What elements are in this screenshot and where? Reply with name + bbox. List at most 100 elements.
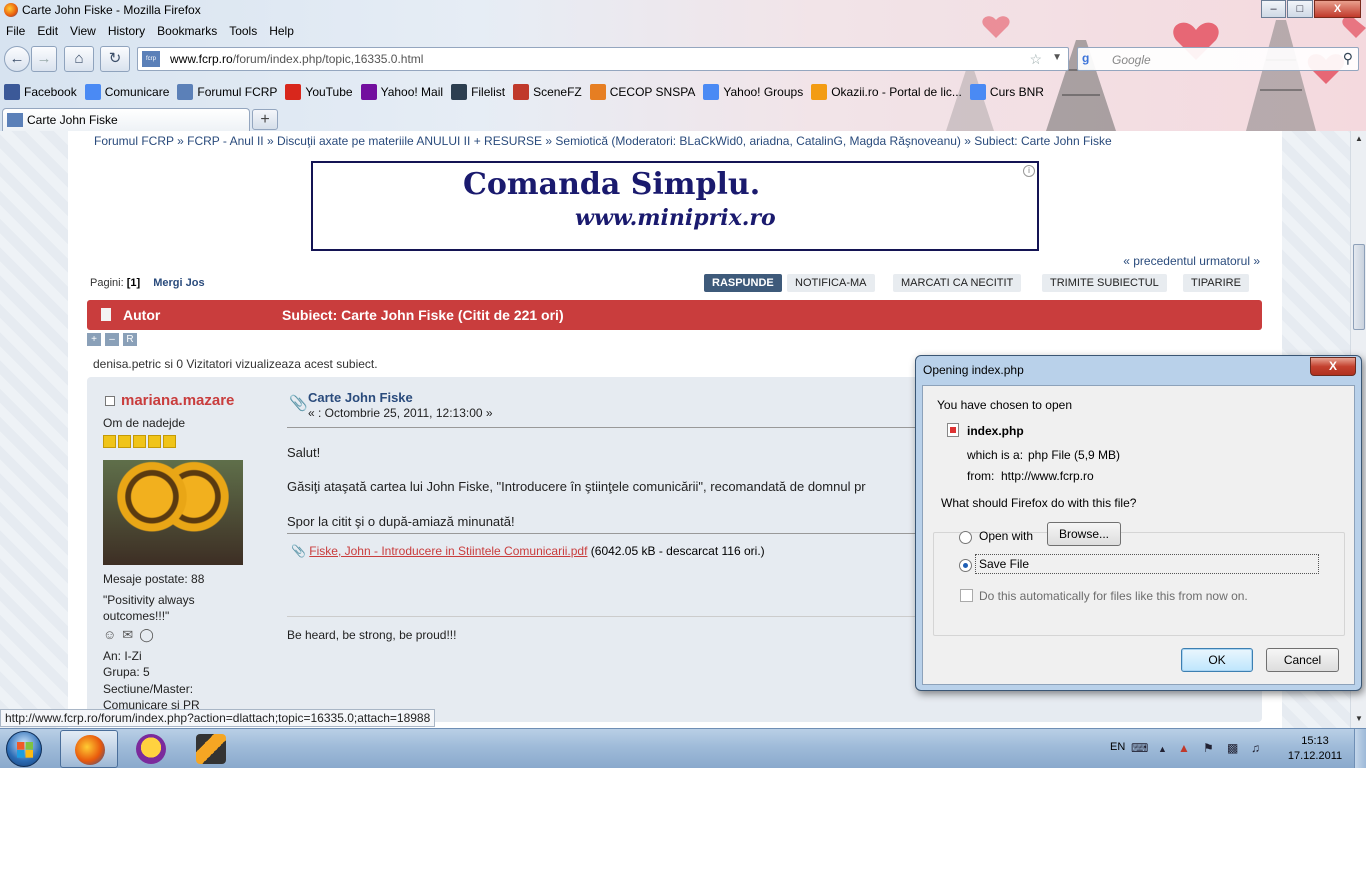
home-button[interactable]: ⌂ [64,46,94,72]
window-titlebar[interactable]: Carte John Fiske - Mozilla Firefox – □ X [0,0,1366,20]
reply-button[interactable]: RASPUNDE [704,274,782,292]
profile-icon[interactable]: ☺ [103,627,116,643]
menu-file[interactable]: File [0,22,31,42]
menu-bookmarks[interactable]: Bookmarks [151,22,223,42]
bookmark-label: YouTube [305,85,353,99]
breadcrumb[interactable]: Forumul FCRP » FCRP - Anul II » Discuţii… [94,134,1112,148]
current-page[interactable]: [1] [127,277,140,289]
taskbar-yahoo-messenger[interactable] [122,730,180,768]
browse-button[interactable]: Browse... [1047,522,1121,546]
bookmark-item[interactable]: Comunicare [84,82,169,102]
show-hidden-icons-icon[interactable]: ▲ [1158,744,1167,754]
chosen-to-open-label: You have chosen to open [937,398,1073,412]
bookmark-item[interactable]: CECOP SNSPA [589,82,695,102]
file-name: index.php [967,424,1024,438]
firefox-logo-icon [4,3,18,17]
menu-edit[interactable]: Edit [31,22,64,42]
okazii-icon [811,84,828,100]
tray-app-icon[interactable]: ▲ [1178,741,1190,755]
mark-unread-button[interactable]: MARCATI CA NECITIT [893,274,1022,292]
scenefz-icon [513,84,530,100]
menu-history[interactable]: History [102,22,151,42]
minimize-button[interactable]: – [1261,0,1286,18]
cancel-button[interactable]: Cancel [1266,648,1339,672]
scroll-thumb[interactable] [1353,244,1365,330]
bookmark-label: Okazii.ro - Portal de lic... [831,85,962,99]
ok-button[interactable]: OK [1181,648,1253,672]
personal-message-icon[interactable]: ◯ [139,627,154,643]
language-indicator[interactable]: EN [1110,741,1125,753]
network-signal-icon[interactable]: ▩ [1227,741,1238,755]
bookmark-item[interactable]: Yahoo! Mail [360,82,443,102]
file-type-value: php File (5,9 MB) [1028,448,1121,462]
post-title[interactable]: Carte John Fiske [308,390,413,405]
forward-button[interactable]: → [31,46,57,72]
scroll-down-icon[interactable]: ▼ [1353,713,1365,725]
bookmark-label: Filelist [471,85,506,99]
tab-carte-john-fiske[interactable]: Carte John Fiske [2,108,250,131]
bookmark-item[interactable]: SceneFZ [513,82,582,102]
open-with-radio[interactable] [959,531,972,544]
poster-post-count: Mesaje postate: 88 [103,572,205,586]
post-closing: Spor la citit şi o după-amiază minunată! [287,514,515,529]
start-button[interactable] [6,731,42,767]
bookmark-item[interactable]: Forumul FCRP [177,82,277,102]
action-center-icon[interactable]: ⚑ [1203,741,1214,755]
ad-banner[interactable]: Comanda Simplu. www.miniprix.ro i [311,161,1039,251]
dialog-close-button[interactable]: X [1310,357,1356,376]
rss-tool-button[interactable]: R [123,333,137,346]
attachment-link[interactable]: Fiske, John - Introducere in Stiintele C… [309,544,587,558]
email-icon[interactable]: ✉ [122,627,133,643]
poster-quote-line2: outcomes!!!" [103,609,170,623]
save-file-label[interactable]: Save File [979,557,1029,571]
author-column-header: Autor [123,307,161,323]
poster-username[interactable]: mariana.mazare [121,392,234,409]
new-tab-button[interactable]: + [252,109,278,130]
send-topic-button[interactable]: TRIMITE SUBIECTUL [1042,274,1167,292]
close-window-button[interactable]: X [1314,0,1361,18]
search-bar[interactable]: g Google ⚲ [1077,47,1359,71]
auto-action-label[interactable]: Do this automatically for files like thi… [979,589,1248,603]
expand-tool-button[interactable]: + [87,333,101,346]
bookmark-item[interactable]: YouTube [285,82,353,102]
avatar [103,460,243,565]
scroll-up-icon[interactable]: ▲ [1353,133,1365,145]
back-button[interactable]: ← [4,46,30,72]
show-desktop-button[interactable] [1354,729,1366,768]
save-file-radio[interactable] [959,559,972,572]
menu-help[interactable]: Help [263,22,300,42]
bookmark-item[interactable]: Curs BNR [969,82,1044,102]
bookmark-item[interactable]: Filelist [451,82,505,102]
rank-stars [103,435,176,448]
rank-star-icon [103,435,116,448]
system-clock[interactable]: 15:13 17.12.2011 [1280,734,1350,764]
menu-view[interactable]: View [64,22,102,42]
prev-next-links[interactable]: « precedentul urmatorul » [1123,254,1260,268]
menu-tools[interactable]: Tools [223,22,263,42]
goto-bottom-link[interactable]: Mergi Jos [153,277,204,289]
notify-button[interactable]: NOTIFICA-MA [787,274,875,292]
bookmark-item[interactable]: Okazii.ro - Portal de lic... [811,82,962,102]
taskbar-winamp[interactable] [182,730,240,768]
maximize-button[interactable]: □ [1287,0,1313,18]
auto-action-checkbox[interactable] [960,589,973,602]
volume-icon[interactable]: ♫ [1251,741,1260,755]
poster-quote-line1: "Positivity always [103,593,195,607]
url-dropdown-icon[interactable]: ▼ [1052,52,1062,63]
bookmark-label: SceneFZ [533,85,582,99]
bookmark-item[interactable]: Yahoo! Groups [703,82,803,102]
ad-info-icon[interactable]: i [1023,165,1035,177]
keyboard-icon[interactable]: ⌨ [1131,741,1148,755]
search-icon[interactable]: ⚲ [1343,50,1353,67]
collapse-tool-button[interactable]: – [105,333,119,346]
search-placeholder: Google [1112,53,1151,67]
reload-button[interactable]: ↻ [100,46,130,72]
print-button[interactable]: TIPARIRE [1183,274,1249,292]
url-bar[interactable]: fcrp www.fcrp.ro/forum/index.php/topic,1… [137,47,1069,71]
bookmark-star-icon[interactable]: ☆ [1029,51,1042,68]
taskbar-firefox[interactable] [60,730,118,768]
open-with-label[interactable]: Open with [979,529,1033,543]
dialog-body: You have chosen to open index.php which … [922,385,1355,685]
bookmark-item[interactable]: Facebook [4,82,77,102]
google-engine-icon[interactable]: g [1082,51,1098,67]
